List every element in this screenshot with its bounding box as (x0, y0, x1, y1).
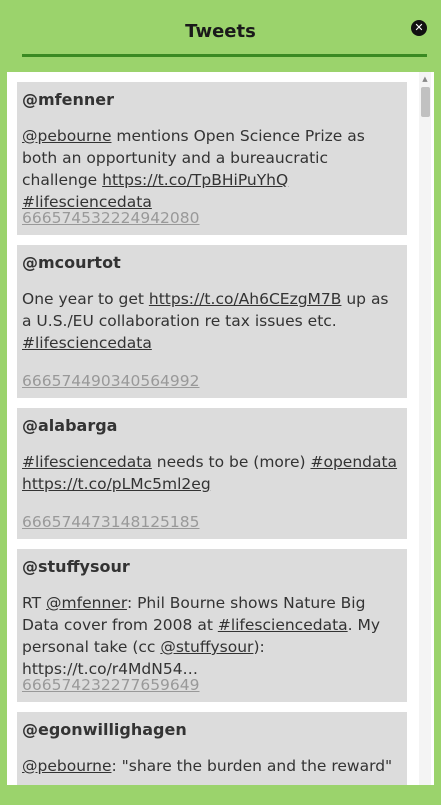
tweet-text-segment: needs to be (more) (151, 453, 311, 471)
tweet-text: #lifesciencedata needs to be (more) #ope… (22, 451, 400, 495)
tweet-link[interactable]: https://t.co/Ah6CEzgM7B (149, 290, 342, 308)
tweet-link[interactable]: https://t.co/pLMc5ml2eg (22, 475, 211, 493)
tweet-card: @stuffysour RT @mfenner: Phil Bourne sho… (17, 549, 407, 702)
tweet-text: @pebourne: "share the burden and the rew… (22, 755, 400, 777)
scrollbar[interactable]: ▲ (419, 72, 431, 785)
tweet-username[interactable]: @egonwillighagen (22, 720, 187, 739)
header-divider (22, 54, 427, 57)
tweet-card: @mfenner @pebourne mentions Open Science… (17, 82, 407, 235)
tweet-text-segment: One year to get (22, 290, 149, 308)
tweet-text: One year to get https://t.co/Ah6CEzgM7B … (22, 288, 400, 354)
tweet-link[interactable]: #lifesciencedata (22, 453, 152, 471)
tweet-list[interactable]: @mfenner @pebourne mentions Open Science… (7, 72, 434, 785)
tweet-link[interactable]: @pebourne (22, 127, 111, 145)
tweet-text: RT @mfenner: Phil Bourne shows Nature Bi… (22, 592, 400, 680)
tweet-text: @pebourne mentions Open Science Prize as… (22, 125, 400, 213)
tweet-text-segment: RT (22, 594, 47, 612)
tweet-id-link[interactable]: 666574490340564992 (22, 372, 200, 390)
tweet-link[interactable]: https://t.co/TpBHiPuYhQ (102, 171, 288, 189)
tweet-link[interactable]: #lifesciencedata (218, 616, 348, 634)
tweet-link[interactable]: @stuffysour (160, 638, 253, 656)
tweet-card: @egonwillighagen @pebourne: "share the b… (17, 712, 407, 785)
tweet-username[interactable]: @stuffysour (22, 557, 130, 576)
close-icon[interactable]: ✕ (411, 20, 427, 36)
tweet-card: @mcourtot One year to get https://t.co/A… (17, 245, 407, 398)
tweet-id-link[interactable]: 666574532224942080 (22, 209, 200, 227)
tweet-link[interactable]: @mfenner (46, 594, 127, 612)
scrollbar-thumb[interactable] (421, 87, 430, 117)
tweet-id-link[interactable]: 666574473148125185 (22, 513, 200, 531)
scroll-up-arrow-icon[interactable]: ▲ (419, 75, 431, 83)
tweet-username[interactable]: @mcourtot (22, 253, 121, 272)
tweet-link[interactable]: @pebourne (22, 757, 111, 775)
tweet-username[interactable]: @mfenner (22, 90, 114, 109)
tweets-panel: Tweets ✕ @mfenner @pebourne mentions Ope… (7, 5, 434, 805)
panel-header: Tweets ✕ (7, 5, 434, 72)
tweet-text-segment: : "share the burden and the reward" (111, 757, 393, 775)
tweet-link[interactable]: #opendata (310, 453, 397, 471)
panel-title: Tweets (185, 21, 256, 42)
tweet-id-link[interactable]: 666574232277659649 (22, 676, 200, 694)
tweet-card: @alabarga #lifesciencedata needs to be (… (17, 408, 407, 539)
tweet-username[interactable]: @alabarga (22, 416, 117, 435)
tweet-link[interactable]: #lifesciencedata (22, 334, 152, 352)
